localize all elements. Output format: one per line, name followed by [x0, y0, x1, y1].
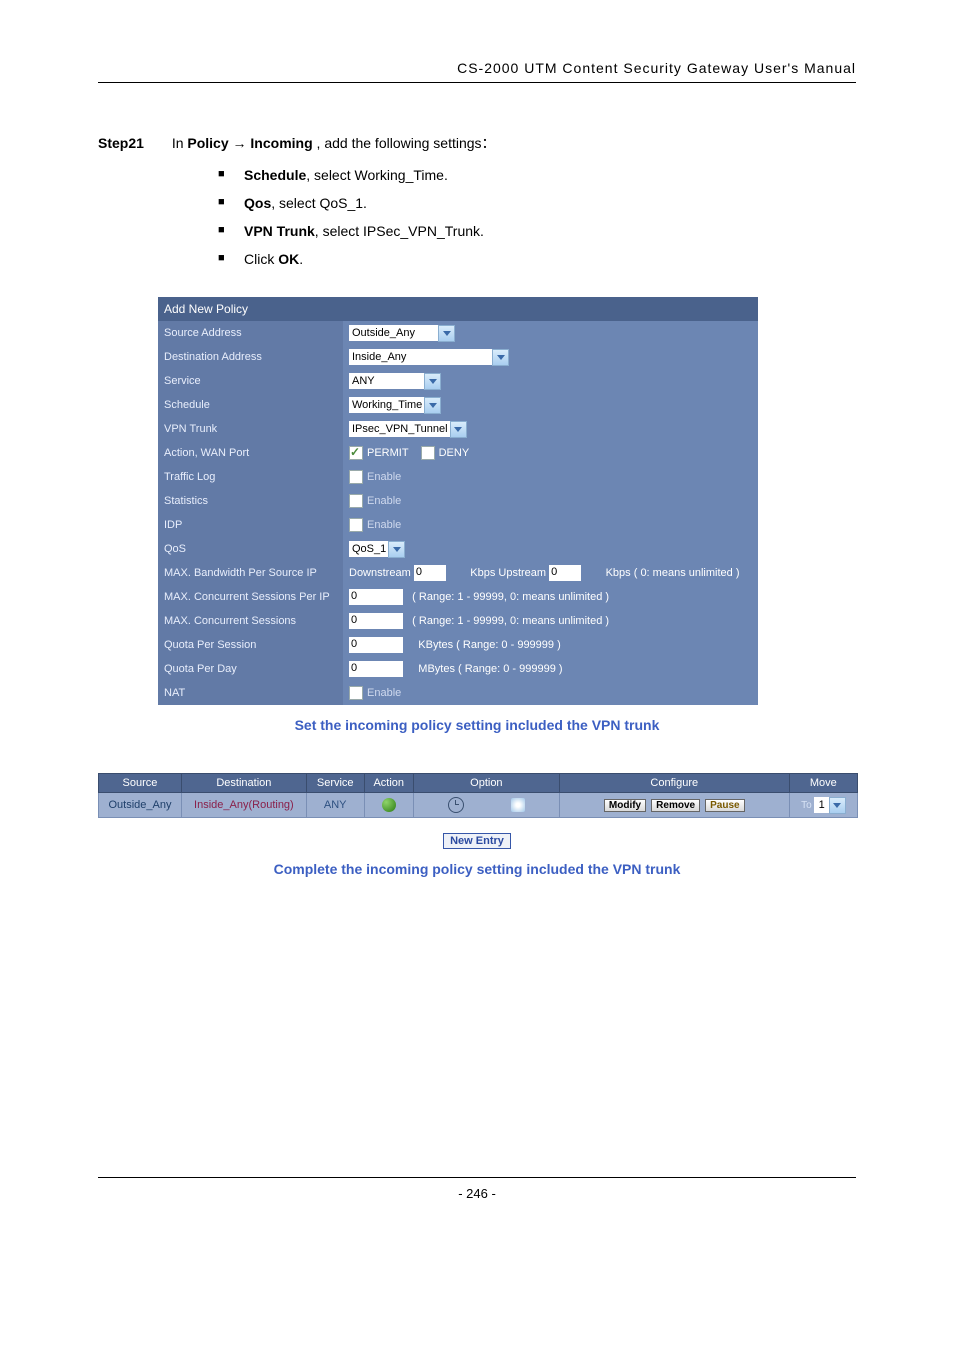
move-to-label: To	[801, 800, 812, 811]
option-icon	[470, 798, 484, 812]
sessions-input[interactable]: 0	[349, 613, 403, 629]
step-line: Step21 In Policy → Incoming , add the fo…	[98, 133, 856, 153]
quota-session-hint: KBytes ( Range: 0 - 999999 )	[418, 639, 560, 651]
cell-destination: Inside_Any(Routing)	[181, 793, 306, 818]
label-bandwidth: MAX. Bandwidth Per Source IP	[158, 561, 343, 585]
label-sessions: MAX. Concurrent Sessions	[158, 609, 343, 633]
select-schedule[interactable]: Working_Time	[349, 397, 441, 413]
chevron-down-icon	[829, 797, 846, 814]
col-action: Action	[364, 774, 413, 793]
form-title: Add New Policy	[158, 297, 758, 321]
select-service[interactable]: ANY	[349, 373, 441, 389]
cell-action	[364, 793, 413, 818]
enable-label: Enable	[367, 519, 401, 531]
checkbox-idp[interactable]	[349, 518, 363, 532]
chevron-down-icon	[438, 325, 455, 342]
chevron-down-icon	[388, 541, 405, 558]
label-action: Action, WAN Port	[158, 441, 343, 465]
downstream-input[interactable]: 0	[414, 565, 446, 581]
enable-label: Enable	[367, 687, 401, 699]
new-entry-button[interactable]: New Entry	[443, 833, 511, 849]
enable-label: Enable	[367, 471, 401, 483]
policy-result-table: Source Destination Service Action Option…	[98, 773, 858, 818]
label-schedule: Schedule	[158, 393, 343, 417]
label-statistics: Statistics	[158, 489, 343, 513]
quota-day-hint: MBytes ( Range: 0 - 999999 )	[418, 663, 562, 675]
step-text-prefix: In	[172, 135, 188, 151]
upstream-input[interactable]: 0	[549, 565, 581, 581]
chevron-down-icon	[424, 373, 441, 390]
label-traffic-log: Traffic Log	[158, 465, 343, 489]
col-destination: Destination	[181, 774, 306, 793]
col-source: Source	[99, 774, 182, 793]
label-vpn-trunk: VPN Trunk	[158, 417, 343, 441]
label-sessions-per-ip: MAX. Concurrent Sessions Per IP	[158, 585, 343, 609]
bullet-ok: Click OK.	[218, 251, 856, 267]
caption-set-policy: Set the incoming policy setting included…	[98, 717, 856, 733]
label-source-address: Source Address	[158, 321, 343, 345]
sessions-per-ip-input[interactable]: 0	[349, 589, 403, 605]
checkbox-nat[interactable]	[349, 686, 363, 700]
add-policy-form: Add New Policy Source Address Outside_An…	[158, 297, 758, 705]
sessions-per-ip-hint: ( Range: 1 - 99999, 0: means unlimited )	[412, 591, 609, 603]
checkbox-deny[interactable]	[421, 446, 435, 460]
step-policy: Policy	[187, 135, 228, 151]
checkbox-statistics[interactable]	[349, 494, 363, 508]
vpn-trunk-icon	[511, 798, 525, 812]
col-configure: Configure	[559, 774, 789, 793]
cell-move: To 1	[789, 793, 857, 818]
label-qos: QoS	[158, 537, 343, 561]
sessions-hint: ( Range: 1 - 99999, 0: means unlimited )	[412, 615, 609, 627]
label-service: Service	[158, 369, 343, 393]
step-text-suffix: , add the following settings：	[313, 135, 496, 151]
checkbox-traffic-log[interactable]	[349, 470, 363, 484]
step-arrow: →	[229, 135, 251, 151]
cell-configure: Modify Remove Pause	[559, 793, 789, 818]
enable-label: Enable	[367, 495, 401, 507]
bullet-vpn-trunk: VPN Trunk, select IPSec_VPN_Trunk.	[218, 223, 856, 239]
label-idp: IDP	[158, 513, 343, 537]
select-move[interactable]: 1	[814, 797, 846, 813]
select-qos[interactable]: QoS_1	[349, 541, 405, 557]
modify-button[interactable]: Modify	[604, 799, 646, 812]
cell-service: ANY	[306, 793, 364, 818]
remove-button[interactable]: Remove	[651, 799, 700, 812]
label-nat: NAT	[158, 681, 343, 705]
bandwidth-hint: Kbps ( 0: means unlimited )	[606, 567, 740, 579]
step-bullet-list: Schedule, select Working_Time. Qos, sele…	[178, 167, 856, 267]
step-label: Step21	[98, 135, 144, 151]
select-source-address[interactable]: Outside_Any	[349, 325, 455, 341]
upstream-label: Kbps Upstream	[470, 567, 546, 579]
option-icon	[490, 798, 504, 812]
col-move: Move	[789, 774, 857, 793]
schedule-icon	[448, 797, 464, 813]
downstream-label: Downstream	[349, 567, 411, 579]
chevron-down-icon	[450, 421, 467, 438]
page-number: - 246 -	[98, 1178, 856, 1201]
pause-button[interactable]: Pause	[705, 799, 744, 812]
table-row: Outside_Any Inside_Any(Routing) ANY Modi…	[99, 793, 858, 818]
step-incoming: Incoming	[250, 135, 312, 151]
col-service: Service	[306, 774, 364, 793]
select-dest-address[interactable]: Inside_Any	[349, 349, 509, 365]
label-quota-day: Quota Per Day	[158, 657, 343, 681]
label-quota-session: Quota Per Session	[158, 633, 343, 657]
permit-icon	[382, 798, 396, 812]
cell-source: Outside_Any	[99, 793, 182, 818]
bullet-schedule: Schedule, select Working_Time.	[218, 167, 856, 183]
checkbox-permit[interactable]	[349, 446, 363, 460]
bullet-qos: Qos, select QoS_1.	[218, 195, 856, 211]
chevron-down-icon	[492, 349, 509, 366]
deny-label: DENY	[439, 447, 470, 459]
chevron-down-icon	[424, 397, 441, 414]
cell-option	[413, 793, 559, 818]
permit-label: PERMIT	[367, 447, 408, 459]
quota-session-input[interactable]: 0	[349, 637, 403, 653]
select-vpn-trunk[interactable]: IPsec_VPN_Tunnel	[349, 421, 467, 437]
quota-day-input[interactable]: 0	[349, 661, 403, 677]
label-dest-address: Destination Address	[158, 345, 343, 369]
caption-complete-policy: Complete the incoming policy setting inc…	[98, 861, 856, 877]
page-header: CS-2000 UTM Content Security Gateway Use…	[98, 60, 856, 83]
col-option: Option	[413, 774, 559, 793]
